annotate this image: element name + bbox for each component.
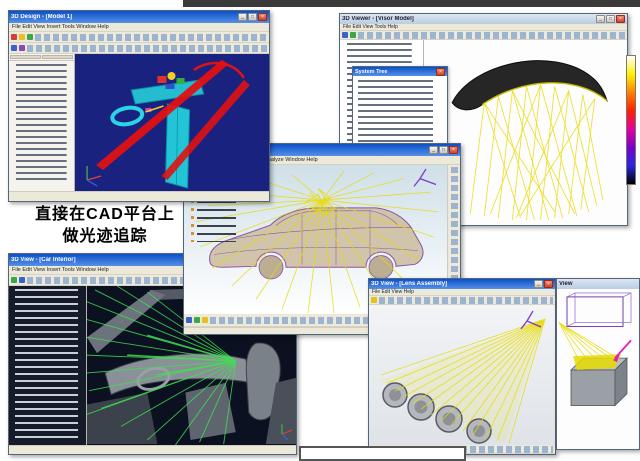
caption-line-1: 直接在CAD平台上 [16,204,194,226]
toolbar-icon[interactable] [371,297,377,303]
toolbar-icon[interactable] [19,45,25,51]
window-controls: _ □ × [596,15,625,23]
viewport-3d[interactable] [557,289,639,449]
window-title: 3D Viewer - [Visor Model] [342,16,596,22]
status-bar [9,445,296,454]
toolbar-icon[interactable] [19,34,25,40]
window-far-right[interactable]: View [556,278,640,450]
toolbar-icons-strip[interactable] [358,32,625,39]
wireframe-panel [567,293,631,327]
minimize-button[interactable]: _ [534,280,543,288]
toolbar-main[interactable] [369,296,555,305]
titlebar[interactable]: 3D View - [Lens Assembly] _ × [369,279,555,289]
window-top-left[interactable]: 3D Design - [Model 1] _ □ × File Edit Vi… [8,10,270,202]
axis-triad-icon [87,166,101,186]
toolbar-main[interactable] [9,32,269,43]
toolbar-icon[interactable] [342,32,348,38]
maximize-button[interactable]: □ [606,15,615,23]
toolbar-icon[interactable] [11,277,17,283]
bottom-white-box [299,446,466,461]
close-button[interactable]: × [436,68,445,76]
close-button[interactable]: × [449,146,458,154]
menu-bar[interactable]: File Edit View Insert Tools Window Help [9,23,269,32]
minimize-button[interactable]: _ [596,15,605,23]
yellow-hit-patch [573,354,621,370]
window-controls: _ × [534,280,553,288]
caption-line-2: 做光迹追踪 [16,226,194,248]
toolbar-main[interactable] [340,31,627,40]
close-button[interactable]: × [544,280,553,288]
window-title: 3D Design - [Model 1] [11,14,238,20]
toolbar-icon[interactable] [202,317,208,323]
close-button[interactable]: × [258,13,267,21]
window-bottom-right[interactable]: 3D View - [Lens Assembly] _ × File Edit … [368,278,556,455]
maximize-button[interactable]: □ [248,13,257,21]
tree-tab[interactable] [42,55,73,59]
viewport-3d[interactable] [369,305,555,445]
window-controls: _ □ × [238,13,267,21]
tree-tabs[interactable] [9,54,74,61]
toolbar-icon[interactable] [350,32,356,38]
menu-bar[interactable]: File Edit View Tools Help [340,24,627,31]
toolbar-icon[interactable] [194,317,200,323]
menu-bar[interactable]: File Edit View Help [369,289,555,296]
caption: 直接在CAD平台上 做光迹追踪 [16,204,194,249]
tree-dialog[interactable]: System Tree × [352,66,448,152]
toolbar-icon[interactable] [27,34,33,40]
tree-tab[interactable] [10,55,41,59]
close-button[interactable]: × [616,15,625,23]
toolbar-icons-strip[interactable] [27,45,267,52]
yellow-ray-fan [559,323,619,361]
maximize-button[interactable]: □ [439,146,448,154]
model-tree[interactable] [9,61,74,190]
window-title: 3D View - [Lens Assembly] [371,281,534,287]
model-tree-panel[interactable] [9,54,75,191]
dialog-tree[interactable] [353,76,447,151]
dialog-titlebar[interactable]: System Tree × [353,67,447,76]
toolbar-icons-strip[interactable] [379,297,553,304]
model-tree-panel[interactable] [9,286,87,445]
lens-rendering [369,305,555,445]
toolbar-icon[interactable] [186,317,192,323]
toolbar-secondary[interactable] [9,43,269,54]
titlebar[interactable]: 3D Viewer - [Visor Model] _ □ × [340,14,627,24]
slide-canvas: 3D Design - [Model 1] _ □ × File Edit Vi… [0,0,640,461]
viewport-3d[interactable] [75,54,269,191]
minimize-button[interactable]: _ [238,13,247,21]
status-bar [9,191,269,201]
toolbar-icon[interactable] [11,45,17,51]
assembly-rendering [75,54,269,191]
toolbar-icons-strip[interactable] [35,34,267,41]
titlebar[interactable]: View [557,279,639,289]
dialog-title: System Tree [355,69,436,75]
toolbar-icon[interactable] [11,34,17,40]
model-tree[interactable] [9,286,86,445]
irradiance-colorbar [626,55,636,185]
yellow-ray-fan [470,84,603,219]
catia-compass-icon [414,169,436,187]
window-title: View [559,281,637,287]
window-controls: _ □ × [429,146,458,154]
beam-cone [379,319,545,443]
minimize-button[interactable]: _ [429,146,438,154]
titlebar[interactable]: 3D Design - [Model 1] _ □ × [9,11,269,23]
detector-rendering [557,289,639,449]
toolbar-icon[interactable] [19,277,25,283]
top-dark-strip [183,0,640,7]
